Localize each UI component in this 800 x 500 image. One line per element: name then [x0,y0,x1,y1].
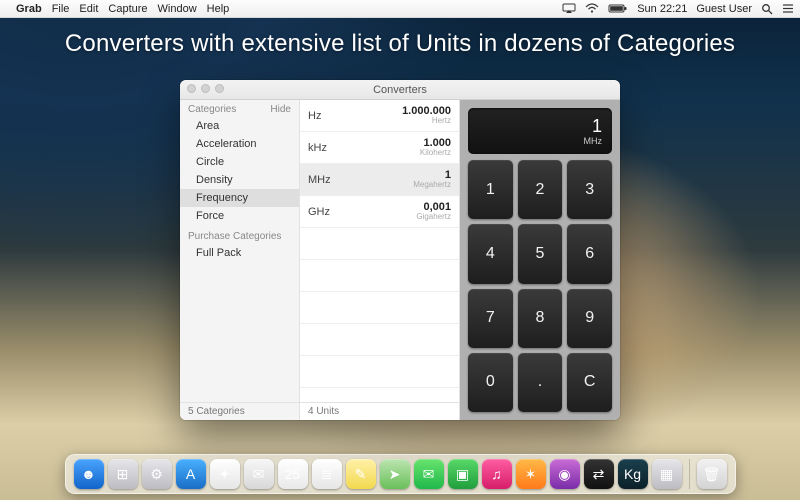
dock-container: ☻⊞⚙A✦✉25≣✎➤✉▣♫✶◉⇄Kg▦🗑 [0,454,800,494]
menu-window[interactable]: Window [158,3,197,15]
display-value: 1 [592,117,602,135]
unit-row-empty [300,260,459,292]
key-decimal[interactable]: . [518,353,563,412]
category-circle[interactable]: Circle [180,153,299,171]
menubar-app-name[interactable]: Grab [16,3,42,15]
dock-app-converters[interactable]: ⇄ [584,459,614,489]
dock-app-launchpad[interactable]: ⊞ [108,459,138,489]
key-3[interactable]: 3 [567,160,612,219]
unit-name: Kilohertz [420,149,451,157]
unit-abbr: GHz [308,206,330,218]
dock-app-mail[interactable]: ✉ [244,459,274,489]
dock-app-notes[interactable]: ✎ [346,459,376,489]
menu-help[interactable]: Help [207,3,230,15]
menubar: Grab File Edit Capture Window Help Sun 2… [0,0,800,18]
wifi-icon[interactable] [585,3,599,14]
category-force[interactable]: Force [180,207,299,225]
dock-trash[interactable]: 🗑 [697,459,727,489]
desktop: Grab File Edit Capture Window Help Sun 2… [0,0,800,500]
key-9[interactable]: 9 [567,289,612,348]
dock-app-messages[interactable]: ✉ [414,459,444,489]
dock-app-safari[interactable]: ✦ [210,459,240,489]
key-clear[interactable]: C [567,353,612,412]
unit-row-ghz[interactable]: GHz 0,001 Gigahertz [300,196,459,228]
dock-app-maps[interactable]: ➤ [380,459,410,489]
menu-capture[interactable]: Capture [108,3,147,15]
unit-abbr: MHz [308,174,331,186]
dock-app-itunes[interactable]: ♫ [482,459,512,489]
categories-list: Area Acceleration Circle Density Frequen… [180,117,299,225]
key-8[interactable]: 8 [518,289,563,348]
dock-app-facetime[interactable]: ▣ [448,459,478,489]
key-0[interactable]: 0 [468,353,513,412]
sidebar-footer: 5 Categories [180,402,299,420]
menu-file[interactable]: File [52,3,70,15]
unit-name: Hertz [402,117,451,125]
minimize-button[interactable] [201,84,210,93]
dock-app-activity[interactable]: ▦ [652,459,682,489]
menubar-user[interactable]: Guest User [696,3,752,15]
calculator-panel: 1 MHz 1 2 3 4 5 6 7 8 9 0 . C [460,100,620,420]
unit-name: Gigahertz [416,213,451,221]
dock-app-calendar[interactable]: 25 [278,459,308,489]
unit-row-khz[interactable]: kHz 1.000 Kilohertz [300,132,459,164]
window-title: Converters [373,84,427,96]
dock-separator [689,459,690,489]
unit-abbr: kHz [308,142,327,154]
unit-row-empty [300,292,459,324]
zoom-button[interactable] [215,84,224,93]
unit-abbr: Hz [308,110,321,122]
dock-app-terminal[interactable]: Kg [618,459,648,489]
unit-row-empty [300,324,459,356]
categories-sidebar: Categories Hide Area Acceleration Circle… [180,100,300,420]
unit-row-hz[interactable]: Hz 1.000.000 Hertz [300,100,459,132]
hide-sidebar-button[interactable]: Hide [270,104,291,115]
key-4[interactable]: 4 [468,224,513,283]
key-5[interactable]: 5 [518,224,563,283]
window-traffic-lights [187,84,224,93]
key-7[interactable]: 7 [468,289,513,348]
key-1[interactable]: 1 [468,160,513,219]
category-acceleration[interactable]: Acceleration [180,135,299,153]
battery-icon[interactable] [608,3,628,14]
notification-center-icon[interactable] [782,3,794,14]
menubar-clock[interactable]: Sun 22:21 [637,3,687,15]
purchase-full-pack[interactable]: Full Pack [180,244,299,262]
dock-app-appstore[interactable]: A [176,459,206,489]
menu-edit[interactable]: Edit [79,3,98,15]
key-6[interactable]: 6 [567,224,612,283]
purchase-heading: Purchase Categories [188,231,281,242]
calculator-display: 1 MHz [468,108,612,154]
spotlight-icon[interactable] [761,3,773,15]
category-area[interactable]: Area [180,117,299,135]
category-frequency[interactable]: Frequency [180,189,299,207]
dock-app-finder[interactable]: ☻ [74,459,104,489]
unit-row-mhz[interactable]: MHz 1 Megahertz [300,164,459,196]
marketing-tagline: Converters with extensive list of Units … [0,30,800,58]
dock-app-podcasts[interactable]: ◉ [550,459,580,489]
units-footer: 4 Units [300,402,459,420]
units-list: Hz 1.000.000 Hertz kHz 1.000 Kilohertz [300,100,460,420]
window-titlebar[interactable]: Converters [180,80,620,100]
key-2[interactable]: 2 [518,160,563,219]
unit-row-empty [300,228,459,260]
display-unit: MHz [584,137,603,146]
dock: ☻⊞⚙A✦✉25≣✎➤✉▣♫✶◉⇄Kg▦🗑 [65,454,736,494]
airplay-icon[interactable] [562,3,576,14]
unit-row-empty [300,356,459,388]
dock-app-ibooks[interactable]: ✶ [516,459,546,489]
categories-heading: Categories [188,104,236,115]
dock-app-settings[interactable]: ⚙ [142,459,172,489]
dock-app-reminders[interactable]: ≣ [312,459,342,489]
converters-window: Converters Categories Hide Area Accelera… [180,80,620,420]
calculator-keypad: 1 2 3 4 5 6 7 8 9 0 . C [468,160,612,412]
category-density[interactable]: Density [180,171,299,189]
close-button[interactable] [187,84,196,93]
unit-name: Megahertz [413,181,451,189]
